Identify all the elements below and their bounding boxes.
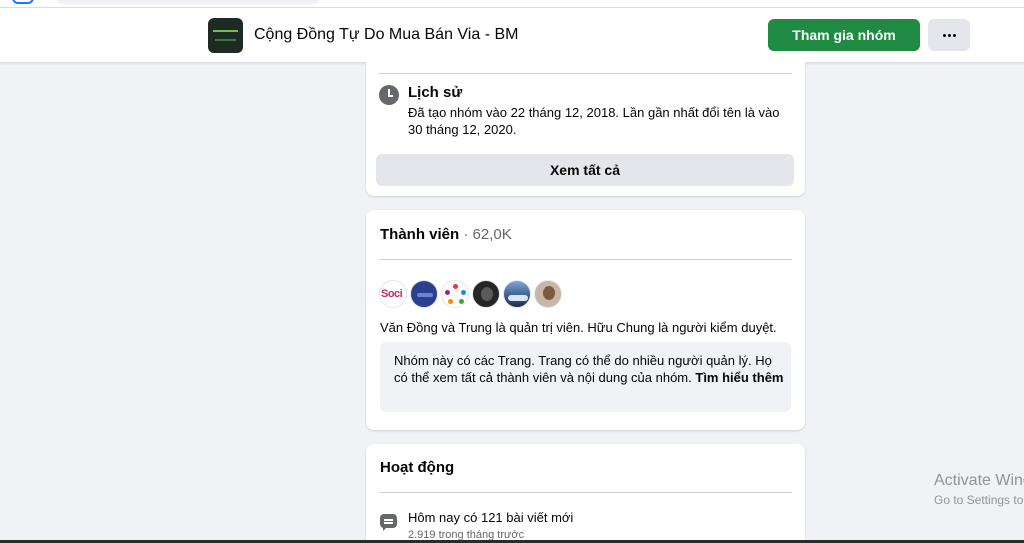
pages-info-box: Nhóm này có các Trang. Trang có thể do n…	[380, 342, 791, 412]
windows-activation-watermark: Activate Windows Go to Settings to activ…	[934, 472, 1024, 516]
group-header: Cộng Đồng Tự Do Mua Bán Via - BM Tham gi…	[0, 8, 1024, 63]
admins-text: Văn Đồng và Trung là quản trị viên. Hữu …	[380, 320, 777, 335]
group-avatar[interactable]	[208, 18, 243, 53]
avatar-dot	[459, 299, 464, 304]
avatar[interactable]: Soci	[379, 280, 407, 308]
avatar-dot	[461, 290, 466, 295]
members-count: 62,0K	[472, 226, 512, 243]
clock-icon	[379, 85, 399, 105]
members-title[interactable]: Thành viên · 62,0K	[380, 226, 512, 243]
activity-title: Hoạt động	[380, 459, 455, 476]
more-horizontal-icon	[942, 33, 946, 37]
history-title: Lịch sử	[408, 84, 463, 101]
avatar-dot	[448, 299, 453, 304]
avatar[interactable]	[410, 280, 438, 308]
divider	[379, 73, 792, 74]
avatar[interactable]	[534, 280, 562, 308]
divider	[379, 492, 792, 493]
avatar-text: Soci	[381, 288, 403, 300]
pages-info-text: Nhóm này có các Trang. Trang có thể do n…	[394, 352, 784, 386]
browser-top-strip	[0, 0, 1024, 8]
avatar-dot	[445, 290, 450, 295]
members-card: Thành viên · 62,0K Soci Văn Đồng và Trun…	[366, 210, 805, 430]
history-card: Lịch sử Đã tạo nhóm vào 22 tháng 12, 201…	[366, 62, 805, 196]
group-logo-icon	[213, 30, 238, 36]
watermark-subtitle: Go to Settings to activate Windows.	[934, 493, 1024, 507]
more-horizontal-icon-dot	[947, 33, 951, 37]
more-horizontal-icon-dot	[952, 33, 956, 37]
avatar[interactable]	[503, 280, 531, 308]
today-posts-text: Hôm nay có 121 bài viết mới	[408, 510, 574, 525]
see-all-button[interactable]: Xem tất cả	[376, 154, 794, 186]
member-avatars: Soci	[379, 280, 562, 308]
group-name[interactable]: Cộng Đồng Tự Do Mua Bán Via - BM	[254, 26, 518, 44]
join-group-button[interactable]: Tham gia nhóm	[768, 19, 920, 51]
members-separator: ·	[463, 226, 469, 243]
avatar[interactable]	[472, 280, 500, 308]
group-logo-subline	[215, 39, 236, 41]
more-options-button[interactable]	[928, 19, 970, 51]
browser-icon	[12, 0, 34, 4]
chat-bubble-icon	[380, 514, 397, 531]
avatar[interactable]	[441, 280, 469, 308]
divider	[379, 259, 792, 260]
avatar-dot	[453, 284, 458, 289]
activity-card: Hoạt động Hôm nay có 121 bài viết mới 2.…	[366, 444, 805, 543]
learn-more-link[interactable]: Tìm hiểu thêm	[695, 370, 783, 385]
history-text: Đã tạo nhóm vào 22 tháng 12, 2018. Lần g…	[408, 105, 780, 137]
browser-address-bar[interactable]	[56, 0, 320, 4]
watermark-title: Activate Windows	[934, 472, 1024, 489]
members-label: Thành viên	[380, 226, 460, 243]
